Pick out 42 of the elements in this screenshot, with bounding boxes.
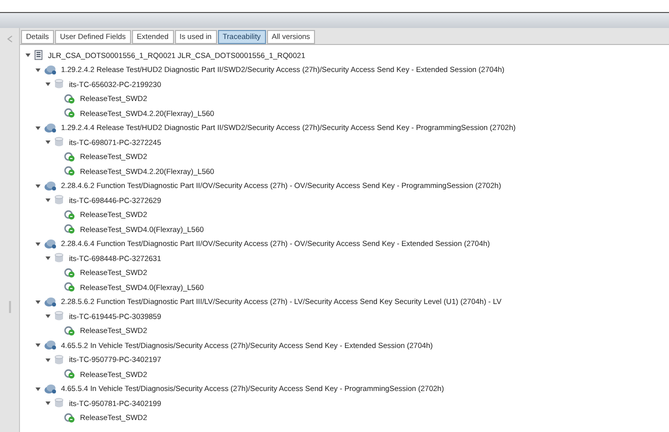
cycle-icon <box>64 210 75 220</box>
expand-toggle-icon[interactable] <box>45 356 51 363</box>
cylinder-icon <box>54 79 64 90</box>
expand-toggle-icon[interactable] <box>35 342 41 348</box>
stack-icon <box>44 122 56 133</box>
cycle-icon <box>64 224 75 234</box>
stack-icon <box>44 238 56 249</box>
stack-icon <box>44 384 56 394</box>
stack-icon <box>44 64 56 75</box>
cycle-icon <box>64 282 75 292</box>
expand-toggle-icon[interactable] <box>35 298 41 305</box>
cylinder-icon <box>54 354 64 365</box>
expand-toggle-icon[interactable] <box>35 240 41 247</box>
stack-icon <box>44 180 56 191</box>
expand-toggle-icon[interactable] <box>35 124 41 131</box>
expand-toggle-icon[interactable] <box>45 255 51 262</box>
cycle-icon <box>64 326 75 336</box>
cycle-icon <box>64 268 75 278</box>
cycle-icon <box>64 152 75 162</box>
expand-toggle-icon[interactable] <box>35 182 41 189</box>
expand-toggle-icon[interactable] <box>25 52 31 58</box>
stack-icon <box>44 296 56 307</box>
expand-toggle-icon[interactable] <box>45 197 51 204</box>
expand-toggle-icon[interactable] <box>45 81 51 88</box>
cycle-icon <box>64 369 75 380</box>
cycle-icon <box>64 108 75 118</box>
cycle-icon <box>64 166 75 176</box>
cylinder-icon <box>54 398 64 408</box>
expand-toggle-icon[interactable] <box>35 66 41 73</box>
expand-toggle-icon[interactable] <box>45 400 51 406</box>
expand-toggle-icon[interactable] <box>45 139 51 146</box>
stack-icon <box>44 340 56 350</box>
expand-toggle-icon[interactable] <box>35 386 41 392</box>
expand-toggle-icon[interactable] <box>45 313 51 320</box>
cycle-icon <box>64 94 75 104</box>
cylinder-icon <box>54 195 64 206</box>
cylinder-icon <box>54 253 64 264</box>
cylinder-icon <box>54 311 64 322</box>
resize-handle[interactable] <box>8 301 10 313</box>
cycle-icon <box>64 412 75 423</box>
cylinder-icon <box>54 137 64 148</box>
document-icon <box>34 50 43 60</box>
